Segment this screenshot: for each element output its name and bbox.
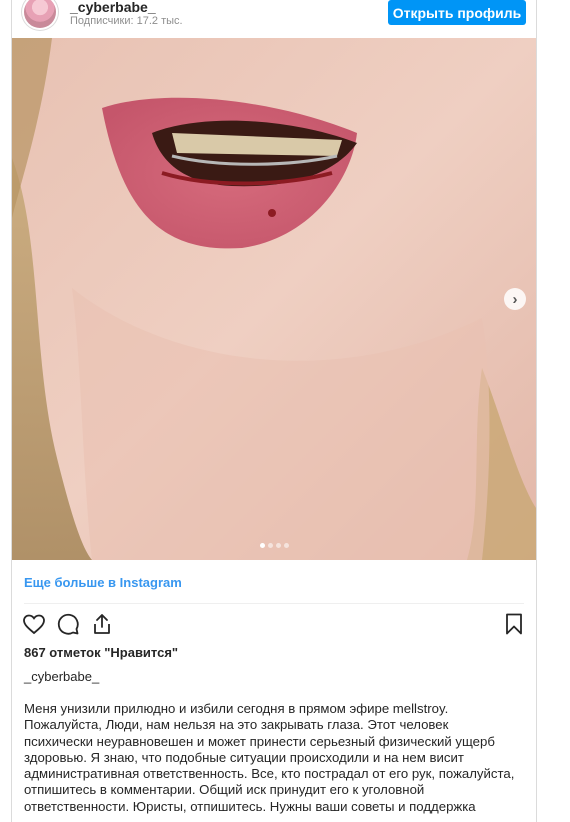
open-profile-button[interactable]: Открыть профиль — [388, 0, 526, 25]
carousel-dot — [283, 543, 289, 548]
caption-text: Меня унизили прилюдно и избили сегодня в… — [24, 701, 515, 814]
share-button[interactable] — [88, 610, 116, 638]
username[interactable]: _cyberbabe_ — [70, 0, 156, 15]
caption-username[interactable]: _cyberbabe_ — [24, 669, 99, 684]
post-actions — [20, 610, 528, 638]
like-button[interactable] — [20, 610, 48, 638]
comment-button[interactable] — [54, 610, 82, 638]
post-photo[interactable]: › — [12, 38, 536, 560]
bookmark-icon — [506, 613, 522, 635]
post-header: _cyberbabe_ Подписчики: 17.2 тыс. Открыт… — [12, 0, 536, 38]
comment-icon — [57, 613, 79, 635]
followers-count: Подписчики: 17.2 тыс. — [70, 15, 183, 27]
more-on-instagram-link[interactable]: Еще больше в Instagram — [24, 575, 182, 590]
likes-count[interactable]: 867 отметок "Нравится" — [24, 645, 178, 660]
instagram-embed: _cyberbabe_ Подписчики: 17.2 тыс. Открыт… — [11, 0, 537, 822]
carousel-dot — [275, 543, 281, 548]
carousel-dot — [267, 543, 273, 548]
photo-image — [12, 38, 536, 560]
carousel-dots — [12, 543, 536, 548]
share-icon — [94, 614, 110, 634]
next-slide-button[interactable]: › — [504, 288, 526, 310]
carousel-dot — [259, 543, 265, 548]
avatar[interactable] — [24, 0, 56, 28]
divider — [24, 603, 524, 604]
heart-icon — [23, 614, 45, 635]
save-button[interactable] — [500, 610, 528, 638]
